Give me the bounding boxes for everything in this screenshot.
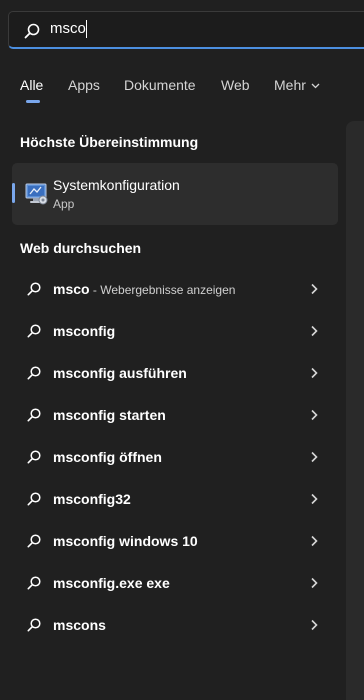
tab-web[interactable]: Web [221,77,250,93]
chevron-right-icon[interactable] [309,577,319,589]
chevron-right-icon[interactable] [309,451,319,463]
system-configuration-icon [25,183,48,205]
tab-alle[interactable]: Alle [20,77,43,93]
web-result-label: mscons [53,617,106,633]
web-result-item[interactable]: msconfig [12,310,338,352]
web-result-item[interactable]: msconfig.exe exe [12,562,338,604]
chevron-right-icon[interactable] [309,535,319,547]
web-result-label: msconfig32 [53,491,131,507]
selection-accent [12,183,15,203]
best-match-title: Systemkonfiguration [53,177,180,193]
search-panel: msco Alle Apps Dokumente Web Mehr Höchst… [0,0,364,700]
web-result-item[interactable]: msconfig öffnen [12,436,338,478]
text-caret [85,20,87,39]
search-icon [27,366,41,380]
search-icon [24,23,40,39]
web-result-hint: - Webergebnisse anzeigen [89,283,236,297]
search-icon [27,408,41,422]
search-icon [27,324,41,338]
search-icon [27,450,41,464]
web-result-label: msconfig [53,323,116,339]
preview-pane [346,121,364,700]
web-search-heading: Web durchsuchen [20,240,142,256]
search-box[interactable]: msco [8,11,364,49]
search-icon [27,282,41,296]
chevron-right-icon[interactable] [309,367,319,379]
web-result-label: msconfig starten [53,407,166,423]
web-result-item[interactable]: msconfig32 [12,478,338,520]
best-match-result[interactable]: Systemkonfiguration App [12,163,338,225]
chevron-right-icon[interactable] [309,493,319,505]
tab-apps[interactable]: Apps [68,77,100,93]
web-result-item[interactable]: msconfig starten [12,394,338,436]
search-input-value: msco [50,20,86,37]
best-match-heading: Höchste Übereinstimmung [20,134,199,150]
tab-dokumente[interactable]: Dokumente [124,77,196,93]
web-result-item[interactable]: msconfig ausführen [12,352,338,394]
web-result-label: msco - Webergebnisse anzeigen [53,281,235,297]
search-icon [27,618,41,632]
tab-mehr-label: Mehr [274,77,306,93]
filter-tabs: Alle Apps Dokumente Web Mehr [0,68,364,108]
chevron-right-icon[interactable] [309,325,319,337]
chevron-right-icon[interactable] [309,409,319,421]
web-result-item[interactable]: msconfig windows 10 [12,520,338,562]
chevron-down-icon [311,83,320,89]
search-input[interactable]: msco [50,20,350,40]
tab-mehr[interactable]: Mehr [274,77,320,93]
best-match-subtitle: App [53,197,75,211]
web-result-label: msconfig windows 10 [53,533,198,549]
chevron-right-icon[interactable] [309,619,319,631]
search-icon [27,492,41,506]
web-result-item[interactable]: msco - Webergebnisse anzeigen [12,268,338,310]
search-icon [27,534,41,548]
web-results-list: msco - Webergebnisse anzeigen msconfig m… [12,268,338,646]
search-icon [27,576,41,590]
chevron-right-icon[interactable] [309,283,319,295]
active-tab-indicator [26,100,40,103]
web-result-label: msconfig.exe exe [53,575,170,591]
web-result-item[interactable]: mscons [12,604,338,646]
web-result-query: msco [53,281,90,297]
web-result-label: msconfig öffnen [53,449,162,465]
web-result-label: msconfig ausführen [53,365,187,381]
